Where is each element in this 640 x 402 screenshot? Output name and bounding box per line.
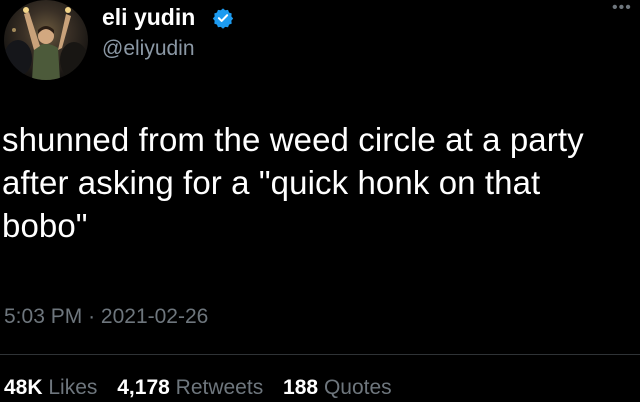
tweet-time: 5:03 PM — [4, 305, 83, 328]
verified-badge-icon — [212, 8, 234, 29]
quotes-label: Quotes — [323, 376, 392, 399]
retweets-label: Retweets — [175, 376, 264, 399]
meta-separator: · — [88, 305, 96, 328]
profile-photo-icon — [4, 7, 88, 80]
quotes-count: 188 — [283, 376, 319, 399]
author-handle[interactable]: @eliyudin — [102, 35, 195, 63]
tweet-text: shunned from the weed circle at a party … — [2, 121, 584, 244]
author-display-name[interactable]: eli yudin — [102, 2, 195, 32]
more-options-icon[interactable]: ••• — [612, 0, 638, 16]
likes-label: Likes — [48, 376, 98, 399]
tweet-timestamp[interactable]: 5:03 PM · 2021-02-26 — [4, 303, 208, 331]
quotes-stat[interactable]: 188 Quotes — [283, 376, 392, 399]
divider — [0, 354, 640, 355]
retweets-count: 4,178 — [117, 376, 170, 399]
likes-count: 48K — [4, 376, 43, 399]
likes-stat[interactable]: 48K Likes — [4, 376, 103, 399]
tweet-card: eli yudin @eliyudin ••• shunned from the… — [0, 0, 640, 402]
avatar[interactable] — [4, 0, 88, 80]
engagement-stats: 48K Likes 4,178 Retweets 188 Quotes — [4, 374, 406, 402]
tweet-date: 2021-02-26 — [100, 305, 209, 328]
retweets-stat[interactable]: 4,178 Retweets — [117, 376, 269, 399]
